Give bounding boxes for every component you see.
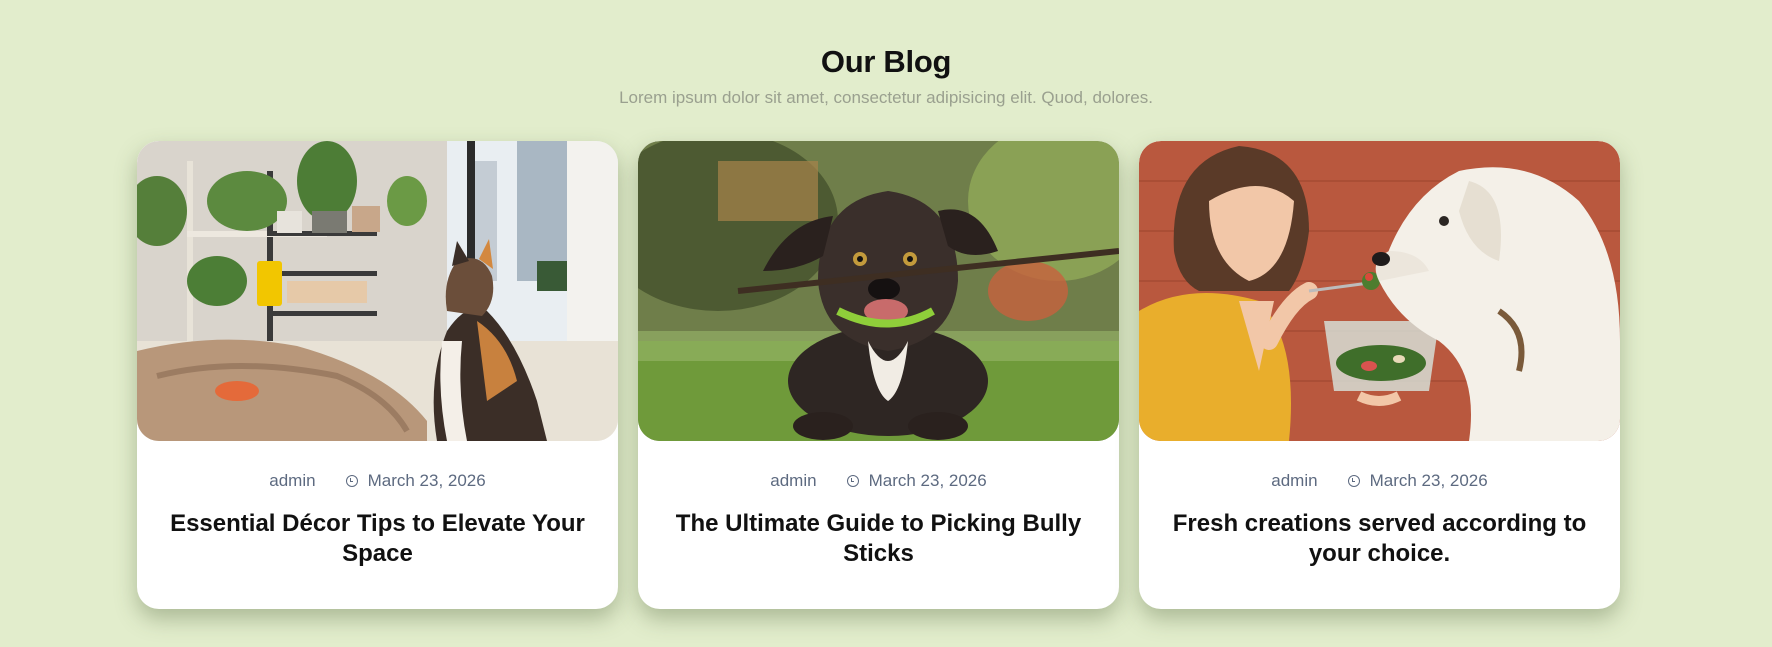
post-title[interactable]: Essential Décor Tips to Elevate Your Spa…: [167, 509, 588, 569]
clock-icon: [846, 475, 859, 487]
post-meta: admin March 23, 2026: [137, 471, 618, 491]
blog-card-image-dog[interactable]: [1139, 141, 1620, 441]
section-subtitle: Lorem ipsum dolor sit amet, consectetur …: [619, 88, 1153, 107]
section-title: Our Blog: [820, 44, 952, 79]
post-title[interactable]: The Ultimate Guide to Picking Bully Stic…: [668, 509, 1089, 569]
blog-card-image-puppy[interactable]: [638, 141, 1119, 441]
blog-card-list: admin March 23, 2026 Essential Décor Tip…: [137, 141, 1620, 609]
blog-card[interactable]: admin March 23, 2026 The Ultimate Guide …: [638, 141, 1119, 609]
post-meta: admin March 23, 2026: [638, 471, 1119, 491]
blog-card-image-cat[interactable]: [137, 141, 618, 441]
post-author[interactable]: admin: [770, 471, 816, 491]
post-date[interactable]: March 23, 2026: [1370, 471, 1488, 491]
clock-icon: [1347, 475, 1360, 487]
post-meta: admin March 23, 2026: [1139, 471, 1620, 491]
blog-card[interactable]: admin March 23, 2026 Fresh creations ser…: [1139, 141, 1620, 609]
post-author[interactable]: admin: [269, 471, 315, 491]
blog-card[interactable]: admin March 23, 2026 Essential Décor Tip…: [137, 141, 618, 609]
clock-icon: [345, 475, 358, 487]
blog-section: Our Blog Lorem ipsum dolor sit amet, con…: [0, 0, 1772, 647]
post-title[interactable]: Fresh creations served according to your…: [1169, 509, 1590, 569]
post-date[interactable]: March 23, 2026: [368, 471, 486, 491]
post-author[interactable]: admin: [1271, 471, 1317, 491]
post-date[interactable]: March 23, 2026: [869, 471, 987, 491]
